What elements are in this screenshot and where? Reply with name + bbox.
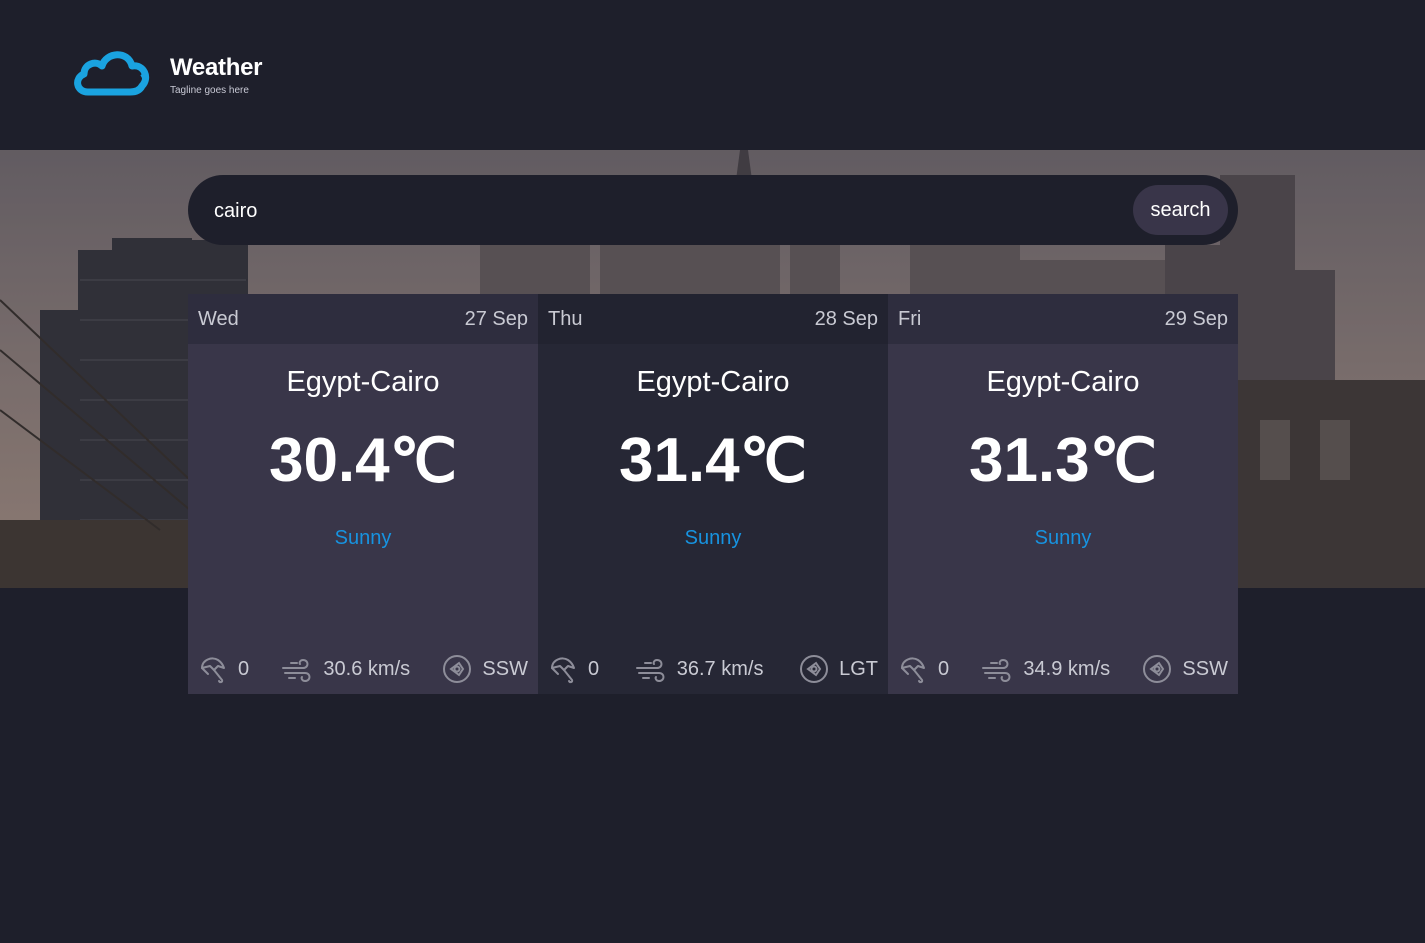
wind-icon: [982, 658, 1011, 683]
umbrella-icon: [201, 657, 225, 684]
location-name: Egypt-Cairo: [636, 366, 790, 398]
temperature: 30.4℃: [188, 425, 538, 497]
search-bar: search: [188, 175, 1238, 245]
direction-stat: LGT: [799, 654, 878, 684]
date-label: 29 Sep: [1164, 307, 1228, 330]
precipitation-value: 0: [938, 657, 950, 680]
temperature: 31.3℃: [888, 425, 1238, 497]
location-name: Egypt-Cairo: [986, 366, 1140, 398]
date-label: 27 Sep: [464, 307, 528, 330]
card-footer: 0 36.7 km/s LGT: [548, 654, 878, 684]
wind-stat: 34.9 km/s: [981, 654, 1110, 684]
precipitation-value: 0: [238, 657, 250, 680]
wind-icon: [282, 658, 311, 683]
wind-direction: LGT: [839, 657, 878, 680]
card-header: Wed 27 Sep: [188, 294, 538, 344]
condition-text: Sunny: [334, 527, 392, 549]
card-footer: 0 30.6 km/s SSW: [198, 654, 528, 684]
wind-icon: [635, 658, 665, 683]
wind-speed: 30.6 km/s: [323, 657, 411, 680]
wind-direction: SSW: [482, 657, 528, 680]
search-input[interactable]: [212, 193, 1096, 229]
temperature-unit: ℃: [1089, 428, 1158, 494]
compass-icon: [443, 655, 472, 683]
precipitation-stat: 0: [198, 654, 249, 684]
day-label: Wed: [198, 307, 239, 330]
forecast-cards: Wed 27 Sep Egypt-Cairo 30.4℃ Sunny 0 30.…: [188, 294, 1238, 694]
precipitation-stat: 0: [898, 654, 949, 684]
umbrella-icon: [551, 657, 575, 684]
precipitation-value: 0: [588, 657, 600, 680]
wind-direction: SSW: [1182, 657, 1228, 680]
cloud-icon[interactable]: [70, 48, 152, 98]
wind-stat: 30.6 km/s: [281, 654, 410, 684]
date-label: 28 Sep: [814, 307, 878, 330]
precipitation-stat: 0: [548, 654, 599, 684]
wind-speed: 36.7 km/s: [676, 657, 764, 680]
card-footer: 0 34.9 km/s SSW: [898, 654, 1228, 684]
day-label: Thu: [548, 307, 583, 330]
forecast-card: Wed 27 Sep Egypt-Cairo 30.4℃ Sunny 0 30.…: [188, 294, 538, 694]
umbrella-icon: [901, 657, 925, 684]
brand-tagline: Tagline goes here: [170, 85, 249, 96]
wind-speed: 34.9 km/s: [1023, 657, 1111, 680]
compass-icon: [800, 655, 829, 683]
day-label: Fri: [898, 307, 922, 330]
temperature-value: 30.4: [268, 426, 390, 495]
brand[interactable]: Weather Tagline goes here: [170, 54, 262, 96]
temperature-unit: ℃: [739, 428, 808, 494]
brand-title: Weather: [170, 54, 263, 81]
condition-text: Sunny: [684, 527, 742, 549]
card-header: Thu 28 Sep: [538, 294, 888, 344]
location-name: Egypt-Cairo: [286, 366, 440, 398]
search-button[interactable]: search: [1133, 185, 1228, 235]
forecast-card: Thu 28 Sep Egypt-Cairo 31.4℃ Sunny 0 36.…: [538, 294, 888, 694]
temperature-value: 31.4: [618, 426, 740, 495]
temperature-value: 31.3: [968, 426, 1090, 495]
direction-stat: SSW: [1142, 654, 1228, 684]
card-header: Fri 29 Sep: [888, 294, 1238, 344]
direction-stat: SSW: [442, 654, 528, 684]
temperature: 31.4℃: [538, 425, 888, 497]
wind-stat: 36.7 km/s: [635, 654, 764, 684]
site-header: Weather Tagline goes here: [0, 0, 1425, 150]
compass-icon: [1143, 655, 1172, 683]
condition-text: Sunny: [1034, 527, 1092, 549]
temperature-unit: ℃: [389, 428, 458, 494]
forecast-card: Fri 29 Sep Egypt-Cairo 31.3℃ Sunny 0 34.…: [888, 294, 1238, 694]
